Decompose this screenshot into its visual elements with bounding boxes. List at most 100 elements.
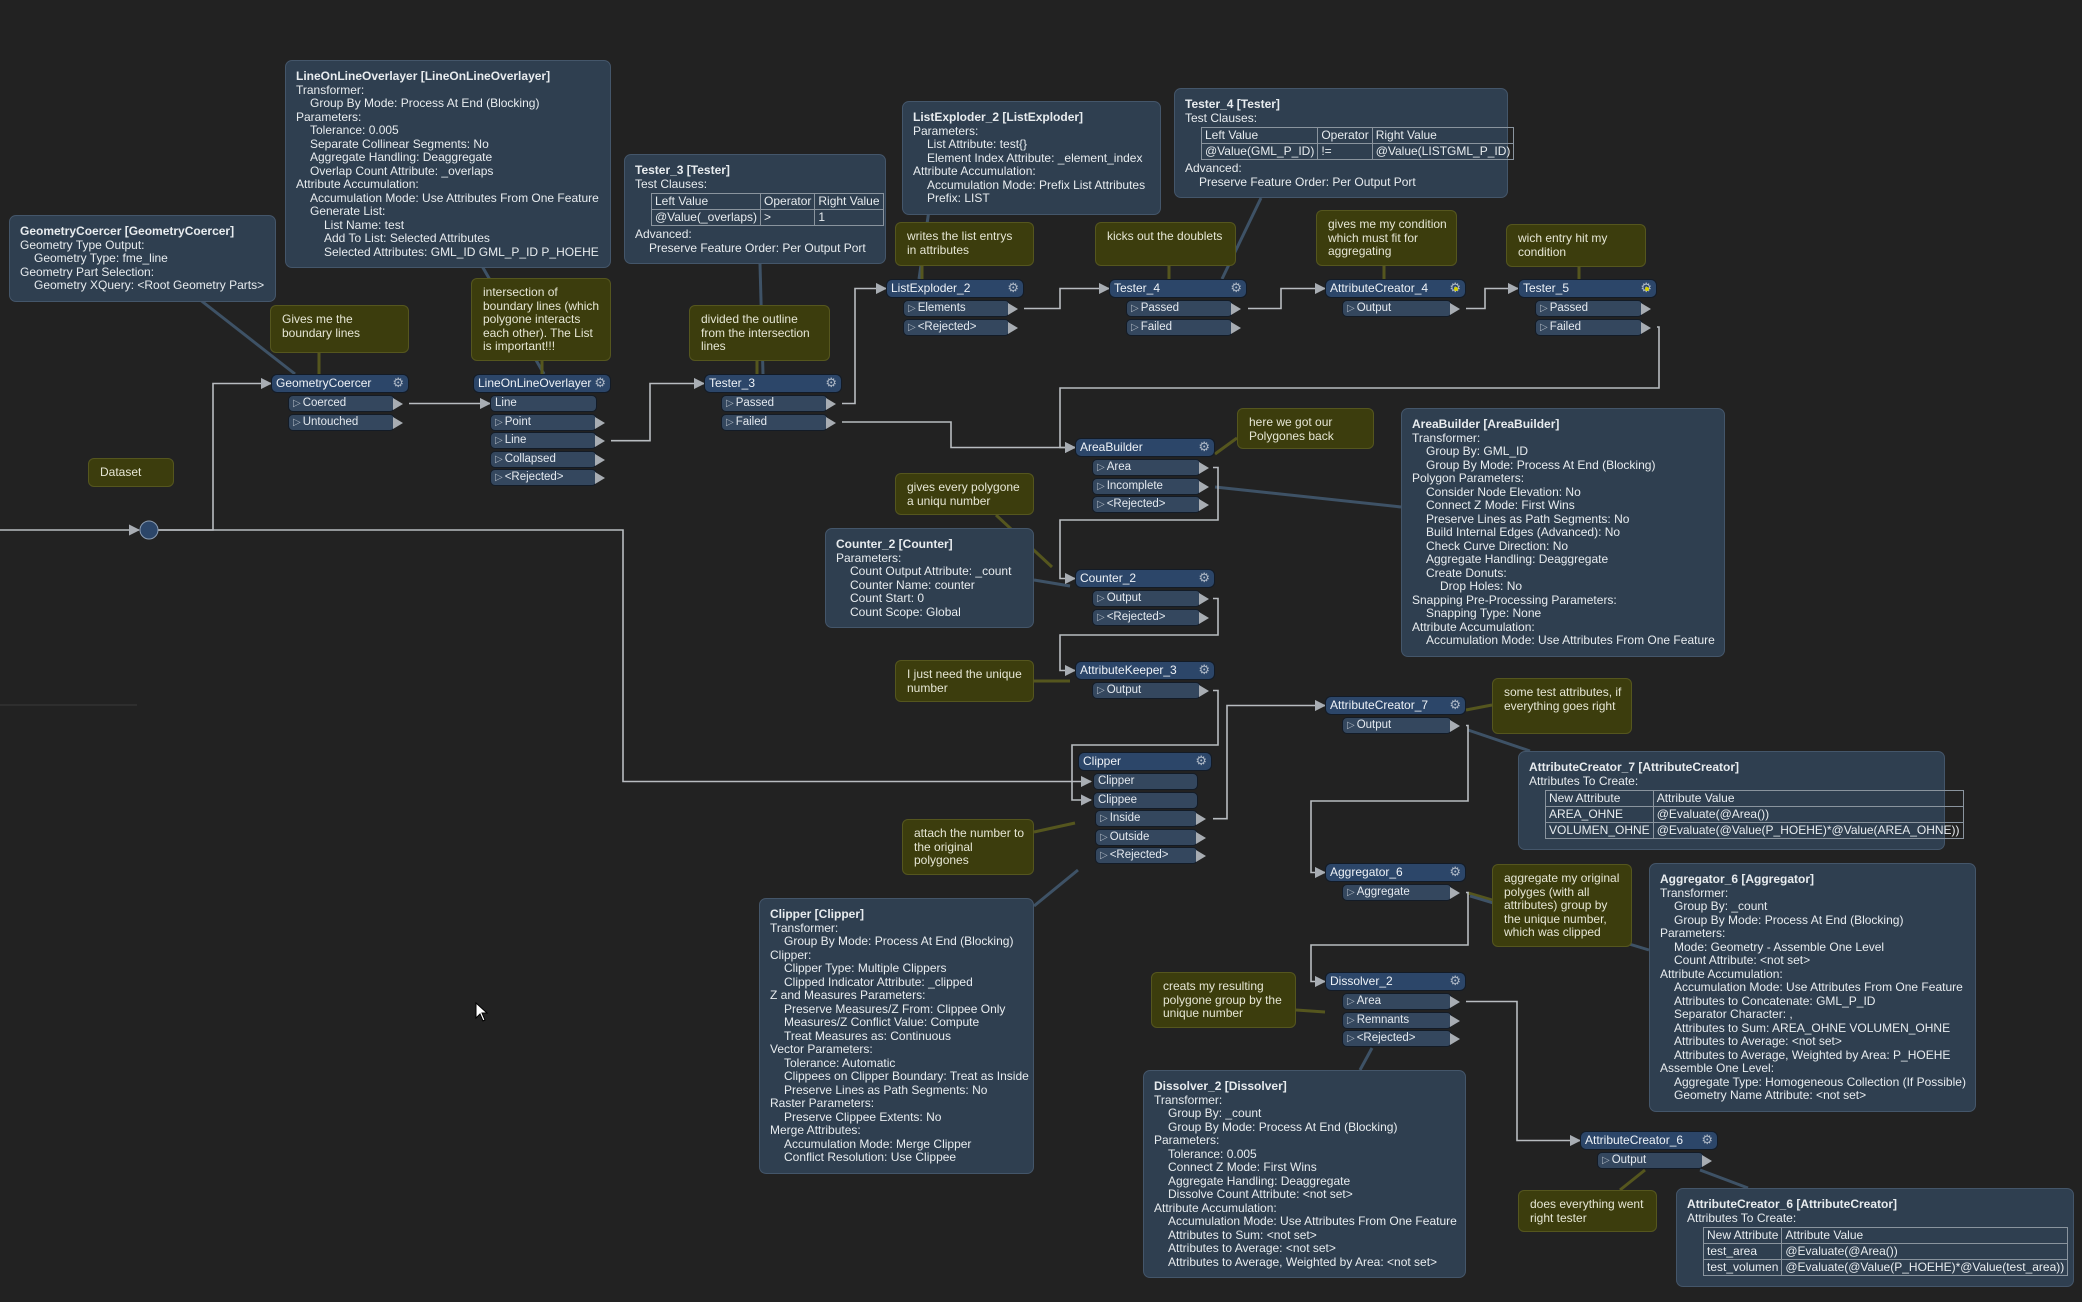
- output-port[interactable]: ▷ Passed: [1126, 300, 1241, 317]
- connection-link[interactable]: [842, 421, 1077, 454]
- transformer-attributecreator7[interactable]: AttributeCreator_7 ⚙: [1325, 696, 1466, 715]
- output-connector-icon[interactable]: [1641, 303, 1651, 315]
- note-here[interactable]: here we got our Polygones back: [1237, 408, 1374, 449]
- port-expand-icon[interactable]: ▷: [908, 303, 916, 314]
- output-port[interactable]: ▷ Remnants: [1342, 1011, 1460, 1029]
- output-port[interactable]: ▷ Failed: [721, 413, 836, 431]
- port-expand-icon[interactable]: ▷: [1100, 850, 1108, 861]
- output-connector-icon[interactable]: [1196, 831, 1206, 844]
- output-port[interactable]: ▷ Inside: [1095, 810, 1206, 828]
- output-port[interactable]: ▷ Failed: [1535, 318, 1651, 336]
- output-port[interactable]: ▷ <Rejected>: [490, 469, 605, 487]
- gear-icon[interactable]: ⚙: [392, 375, 404, 392]
- note-creats[interactable]: creats my resulting polygone group by th…: [1151, 972, 1296, 1028]
- output-port[interactable]: ▷ Output: [1597, 1152, 1712, 1169]
- port-expand-icon[interactable]: ▷: [293, 398, 301, 409]
- port-expand-icon[interactable]: ▷: [726, 398, 734, 409]
- output-connector-icon[interactable]: [1231, 303, 1241, 315]
- port-expand-icon[interactable]: ▷: [1347, 720, 1355, 731]
- output-connector-icon[interactable]: [595, 472, 605, 485]
- output-port[interactable]: ▷ Failed: [1126, 318, 1241, 336]
- note-sometest[interactable]: some test attributes, if everything goes…: [1492, 678, 1632, 734]
- output-connector-icon[interactable]: [595, 435, 605, 448]
- port-expand-icon[interactable]: ▷: [495, 454, 503, 465]
- output-port[interactable]: ▷ Untouched: [288, 413, 403, 431]
- port-expand-icon[interactable]: ▷: [293, 417, 301, 428]
- output-connector-icon[interactable]: [1196, 850, 1206, 863]
- output-connector-icon[interactable]: [1196, 813, 1206, 826]
- output-connector-icon[interactable]: [1450, 1033, 1460, 1046]
- port-expand-icon[interactable]: ▷: [1540, 303, 1548, 314]
- output-connector-icon[interactable]: [1199, 462, 1209, 474]
- transformer-counter2[interactable]: Counter_2 ⚙: [1075, 569, 1215, 588]
- port-expand-icon[interactable]: ▷: [1347, 887, 1355, 898]
- note-aggregate[interactable]: aggregate my original polyges (with all …: [1492, 864, 1632, 947]
- output-connector-icon[interactable]: [1450, 887, 1460, 899]
- input-port[interactable]: Clippee: [1093, 791, 1198, 809]
- output-port[interactable]: ▷ Coerced: [288, 395, 403, 412]
- output-port[interactable]: ▷ Passed: [721, 395, 836, 412]
- gear-icon[interactable]: ⚙: [1198, 439, 1210, 456]
- output-connector-icon[interactable]: [393, 398, 403, 410]
- connection-link[interactable]: [1248, 282, 1327, 310]
- connection-link[interactable]: [611, 377, 706, 442]
- output-port[interactable]: ▷ Outside: [1095, 828, 1206, 846]
- output-connector-icon[interactable]: [1008, 321, 1018, 334]
- gear-modified-icon[interactable]: ⚙: [1449, 280, 1461, 297]
- output-connector-icon[interactable]: [1641, 321, 1651, 334]
- note-giveseverypolygone[interactable]: gives every polygone a uniqu number: [895, 473, 1034, 515]
- output-connector-icon[interactable]: [826, 416, 836, 429]
- output-port[interactable]: ▷ Passed: [1535, 300, 1651, 317]
- port-expand-icon[interactable]: ▷: [1131, 303, 1139, 314]
- note-givesme[interactable]: gives me my condition which must fit for…: [1316, 210, 1457, 266]
- gear-icon[interactable]: ⚙: [1449, 864, 1461, 881]
- output-connector-icon[interactable]: [1199, 685, 1209, 697]
- port-expand-icon[interactable]: ▷: [1097, 499, 1105, 510]
- port-expand-icon[interactable]: ▷: [908, 322, 916, 333]
- note-writes[interactable]: writes the list entrys in attributes: [895, 222, 1034, 266]
- output-connector-icon[interactable]: [393, 416, 403, 429]
- port-expand-icon[interactable]: ▷: [1097, 593, 1105, 604]
- transformer-listexploder2[interactable]: ListExploder_2 ⚙: [886, 279, 1024, 298]
- output-connector-icon[interactable]: [1450, 303, 1460, 315]
- connection-link[interactable]: [1213, 699, 1327, 820]
- transformer-clipper[interactable]: Clipper ⚙: [1078, 752, 1212, 771]
- gear-icon[interactable]: ⚙: [1701, 1132, 1713, 1149]
- transformer-attributecreator4[interactable]: AttributeCreator_4 ⚙: [1325, 279, 1466, 298]
- port-expand-icon[interactable]: ▷: [1097, 481, 1105, 492]
- port-expand-icon[interactable]: ▷: [1100, 832, 1108, 843]
- note-dataset[interactable]: Dataset: [88, 458, 174, 487]
- gear-icon[interactable]: ⚙: [594, 375, 606, 392]
- note-kicks[interactable]: kicks out the doublets: [1095, 222, 1236, 266]
- note-attach[interactable]: attach the number to the original polygo…: [902, 819, 1034, 875]
- output-connector-icon[interactable]: [1199, 593, 1209, 605]
- output-port[interactable]: ▷ Aggregate: [1342, 884, 1460, 901]
- gear-icon[interactable]: ⚙: [1198, 662, 1210, 679]
- output-connector-icon[interactable]: [1450, 1014, 1460, 1027]
- port-expand-icon[interactable]: ▷: [1131, 322, 1139, 333]
- note-does[interactable]: does everything went right tester: [1518, 1190, 1657, 1232]
- port-expand-icon[interactable]: ▷: [1097, 685, 1105, 696]
- output-port[interactable]: ▷ <Rejected>: [1092, 608, 1209, 626]
- port-expand-icon[interactable]: ▷: [495, 472, 503, 483]
- gear-icon[interactable]: ⚙: [1449, 697, 1461, 714]
- port-expand-icon[interactable]: ▷: [1347, 1033, 1355, 1044]
- reader-dataset-junction[interactable]: [139, 520, 159, 540]
- output-port[interactable]: ▷ Area: [1342, 993, 1460, 1010]
- port-expand-icon[interactable]: ▷: [1347, 996, 1355, 1007]
- port-expand-icon[interactable]: ▷: [726, 417, 734, 428]
- transformer-areabuilder[interactable]: AreaBuilder ⚙: [1075, 438, 1215, 457]
- gear-icon[interactable]: ⚙: [1198, 570, 1210, 587]
- transformer-geometrycoercer[interactable]: GeometryCoercer ⚙: [271, 374, 409, 393]
- port-expand-icon[interactable]: ▷: [1602, 1155, 1610, 1166]
- port-expand-icon[interactable]: ▷: [1347, 303, 1355, 314]
- note-divided[interactable]: divided the outline from the intersectio…: [689, 305, 830, 361]
- transformer-tester3[interactable]: Tester_3 ⚙: [704, 374, 842, 393]
- connection-link[interactable]: [1310, 724, 1469, 879]
- output-port[interactable]: ▷ Incomplete: [1092, 477, 1209, 495]
- input-port[interactable]: Line: [490, 395, 597, 412]
- connection-link[interactable]: [158, 377, 273, 531]
- note-wich[interactable]: wich entry hit my condition: [1506, 224, 1646, 267]
- gear-modified-icon[interactable]: ⚙: [1640, 280, 1652, 297]
- output-port[interactable]: ▷ Output: [1342, 300, 1460, 317]
